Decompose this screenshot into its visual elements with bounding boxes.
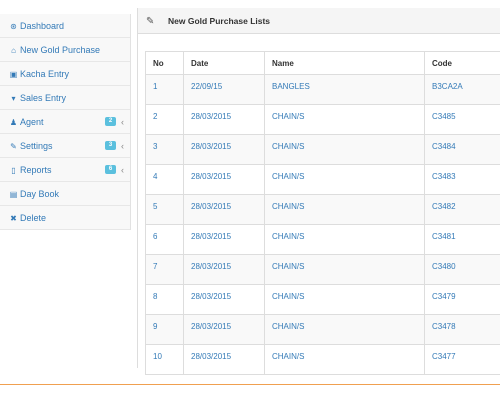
cell-date: 28/03/2015 [183,254,265,285]
panel-heading: ✎ New Gold Purchase Lists [138,8,500,34]
purchase-table-wrapper: No Date Name Code 1 22/09/15 BANGLES B3CA2A… [145,51,500,375]
table-row[interactable]: 9 28/03/2015 CHAIN/S C3478 [145,314,500,345]
sidebar-item-label: Dashboard [20,21,65,31]
cell-code: C3483 [424,164,500,195]
footer-divider [0,384,500,385]
cart-icon: ▾ [11,94,16,103]
sidebar-item-new-gold-purchase[interactable]: ⌂ New Gold Purchase [0,38,130,62]
table-row[interactable]: 5 28/03/2015 CHAIN/S C3482 [145,194,500,225]
sidebar-item-label: Settings [20,141,53,151]
cell-code: C3481 [424,224,500,255]
cell-name: CHAIN/S [264,134,425,165]
cell-date: 28/03/2015 [183,104,265,135]
chevron-left-icon: ‹ [121,165,124,175]
count-badge: 6 [105,165,116,174]
cell-no: 10 [145,344,184,375]
cell-date: 28/03/2015 [183,284,265,315]
cell-code: B3CA2A [424,74,500,105]
sidebar-item-settings[interactable]: ✎ Settings 3 ‹ [0,134,130,158]
count-badge: 3 [105,141,116,150]
cell-name: BANGLES [264,74,425,105]
column-header-date[interactable]: Date [183,51,265,75]
file-icon: ▯ [11,166,16,175]
sidebar-item-day-book[interactable]: ▤ Day Book [0,182,130,206]
cell-date: 28/03/2015 [183,314,265,345]
cell-date: 28/03/2015 [183,224,265,255]
column-header-no[interactable]: No [145,51,184,75]
cell-date: 22/09/15 [183,74,265,105]
sidebar-item-label: Day Book [20,189,60,199]
cell-no: 2 [145,104,184,135]
sidebar-item-label: Reports [20,165,52,175]
cell-code: C3484 [424,134,500,165]
cell-name: CHAIN/S [264,104,425,135]
purchase-table: No Date Name Code 1 22/09/15 BANGLES B3CA2A… [145,51,500,375]
table-row[interactable]: 1 22/09/15 BANGLES B3CA2A [145,74,500,105]
cell-no: 9 [145,314,184,345]
dashboard-icon: ⊛ [10,22,17,31]
cell-name: CHAIN/S [264,284,425,315]
cell-code: C3477 [424,344,500,375]
table-icon: ▤ [9,190,18,199]
table-row[interactable]: 3 28/03/2015 CHAIN/S C3484 [145,134,500,165]
cell-no: 5 [145,194,184,225]
edit-icon[interactable]: ✎ [146,9,160,35]
table-row[interactable]: 4 28/03/2015 CHAIN/S C3483 [145,164,500,195]
cell-no: 7 [145,254,184,285]
cell-name: CHAIN/S [264,314,425,345]
home-icon: ⌂ [11,46,16,55]
page-title: New Gold Purchase Lists [168,16,271,26]
cell-code: C3478 [424,314,500,345]
cell-code: C3485 [424,104,500,135]
cell-date: 28/03/2015 [183,344,265,375]
cell-code: C3480 [424,254,500,285]
cell-no: 3 [145,134,184,165]
cell-no: 6 [145,224,184,255]
cell-name: CHAIN/S [264,224,425,255]
times-icon: ✖ [10,214,17,223]
sidebar-item-delete[interactable]: ✖ Delete [0,206,130,230]
sidebar-item-label: Sales Entry [20,93,67,103]
column-header-code[interactable]: Code [424,51,500,75]
table-row[interactable]: 7 28/03/2015 CHAIN/S C3480 [145,254,500,285]
sidebar-item-dashboard[interactable]: ⊛ Dashboard [0,14,130,38]
column-header-name[interactable]: Name [264,51,425,75]
chevron-left-icon: ‹ [121,117,124,127]
cell-date: 28/03/2015 [183,194,265,225]
sidebar: ⊛ Dashboard ⌂ New Gold Purchase ▣ Kacha Ent… [0,14,131,230]
hdd-icon: ▣ [9,70,18,79]
cell-name: CHAIN/S [264,254,425,285]
sidebar-item-agent[interactable]: ♟ Agent 2 ‹ [0,110,130,134]
cell-name: CHAIN/S [264,344,425,375]
cell-code: C3479 [424,284,500,315]
chevron-left-icon: ‹ [121,141,124,151]
cell-no: 8 [145,284,184,315]
cell-no: 4 [145,164,184,195]
cell-name: CHAIN/S [264,194,425,225]
table-row[interactable]: 2 28/03/2015 CHAIN/S C3485 [145,104,500,135]
sidebar-item-label: Delete [20,213,47,223]
table-body: 1 22/09/15 BANGLES B3CA2A 2 28/03/2015 CHAIN/S… [145,74,500,375]
cell-no: 1 [145,74,184,105]
sidebar-item-kacha-entry[interactable]: ▣ Kacha Entry [0,62,130,86]
sidebar-item-label: New Gold Purchase [20,45,101,55]
table-row[interactable]: 8 28/03/2015 CHAIN/S C3479 [145,284,500,315]
cell-date: 28/03/2015 [183,164,265,195]
sidebar-item-label: Kacha Entry [20,69,70,79]
table-row[interactable]: 10 28/03/2015 CHAIN/S C3477 [145,344,500,375]
sidebar-item-sales-entry[interactable]: ▾ Sales Entry [0,86,130,110]
cell-name: CHAIN/S [264,164,425,195]
table-header-row: No Date Name Code [145,51,500,75]
sidebar-item-label: Agent [20,117,44,127]
cell-date: 28/03/2015 [183,134,265,165]
wrench-icon: ✎ [10,142,17,151]
cell-code: C3482 [424,194,500,225]
user-icon: ♟ [9,118,18,127]
table-row[interactable]: 6 28/03/2015 CHAIN/S C3481 [145,224,500,255]
sidebar-item-reports[interactable]: ▯ Reports 6 ‹ [0,158,130,182]
count-badge: 2 [105,117,116,126]
